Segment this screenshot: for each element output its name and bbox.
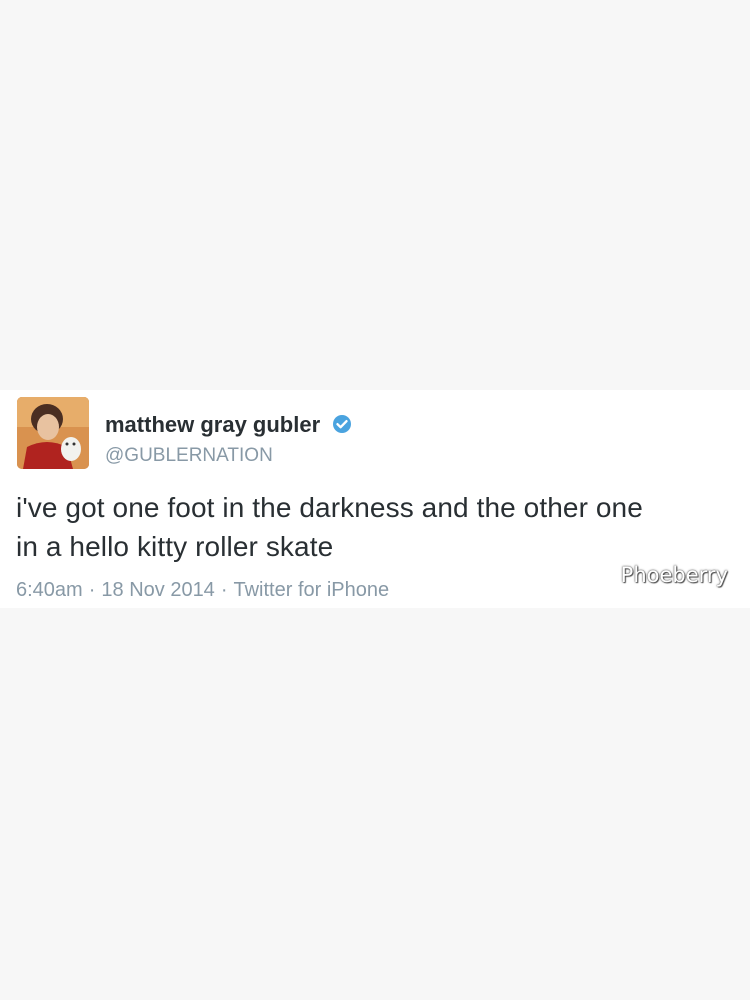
meta-separator: · bbox=[220, 579, 228, 601]
tweet-source[interactable]: Twitter for iPhone bbox=[233, 579, 389, 601]
display-name-text: matthew gray gubler bbox=[105, 412, 321, 437]
tweet-date[interactable]: 18 Nov 2014 bbox=[101, 579, 214, 601]
watermark: Phoeberry bbox=[620, 563, 728, 587]
avatar-photo bbox=[17, 397, 89, 469]
tweet-text-line-1: i've got one foot in the darkness and th… bbox=[16, 492, 643, 523]
tweet-time[interactable]: 6:40am bbox=[16, 579, 83, 601]
user-handle[interactable]: @GUBLERNATION bbox=[105, 445, 273, 467]
avatar[interactable] bbox=[17, 397, 89, 469]
meta-separator: · bbox=[88, 579, 96, 601]
tweet-text-line-2: in a hello kitty roller skate bbox=[16, 531, 334, 562]
tweet-meta: 6:40am · 18 Nov 2014 · Twitter for iPhone bbox=[16, 579, 389, 602]
tweet-text: i've got one foot in the darkness and th… bbox=[16, 488, 741, 566]
display-name[interactable]: matthew gray gubler bbox=[105, 412, 352, 438]
tweet-card: matthew gray gubler @GUBLERNATION i've g… bbox=[0, 390, 750, 608]
verified-badge-icon bbox=[333, 415, 352, 433]
